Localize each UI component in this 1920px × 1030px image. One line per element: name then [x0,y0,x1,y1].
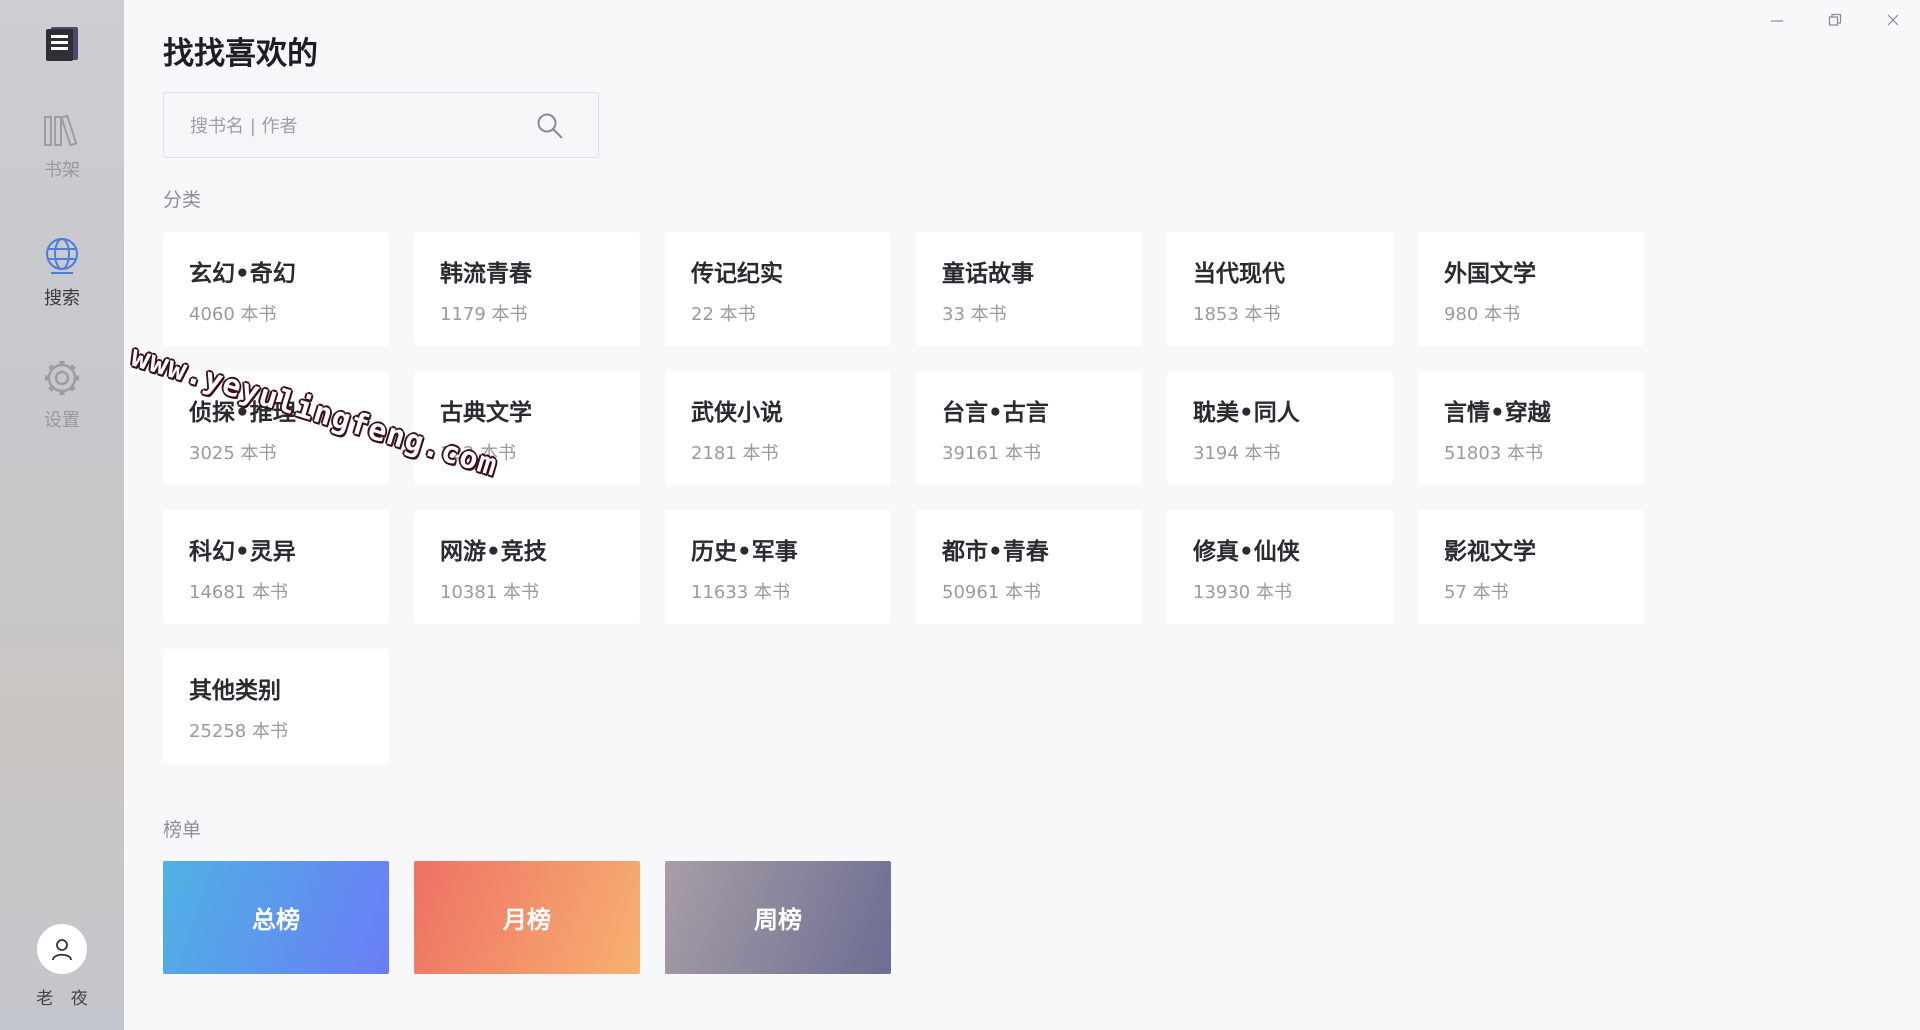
category-name: 其他类别 [189,678,281,704]
category-card[interactable]: 网游•竞技 10381 本书 [414,510,640,624]
category-name: 传记纪实 [691,261,783,287]
user-name: 老 夜 [36,989,94,1009]
category-card[interactable]: 玄幻•奇幻 4060 本书 [163,232,389,346]
category-card[interactable]: 修真•仙侠 13930 本书 [1167,510,1393,624]
category-name: 科幻•灵异 [189,539,296,565]
category-card[interactable]: 武侠小说 2181 本书 [665,371,891,485]
category-name: 古典文学 [440,400,532,426]
category-card[interactable]: 外国文学 980 本书 [1418,232,1644,346]
category-count: 2181 本书 [691,443,779,464]
category-count: 980 本书 [1444,304,1521,325]
category-count: 22 本书 [691,304,756,325]
category-count: 11633 本书 [691,582,790,603]
category-card[interactable]: 侦探•推理 3025 本书 [163,371,389,485]
category-count: 3194 本书 [1193,443,1281,464]
app-logo-icon [45,26,79,62]
category-name: 玄幻•奇幻 [189,261,296,287]
category-count: 57 本书 [1444,582,1509,603]
search-input[interactable] [188,112,522,140]
category-count: 25258 本书 [189,721,288,742]
category-card[interactable]: 古典文学 122 本书 [414,371,640,485]
categories-label: 分类 [163,189,202,211]
main-content: 找找喜欢的 分类 玄幻•奇幻 4060 本书 韩流青春 1179 本书 传记纪实 22… [163,0,1920,1030]
category-count: 4060 本书 [189,304,277,325]
category-card[interactable]: 都市•青春 50961 本书 [916,510,1142,624]
category-count: 50961 本书 [942,582,1041,603]
category-name: 韩流青春 [440,261,532,287]
category-card[interactable]: 台言•古言 39161 本书 [916,371,1142,485]
category-card[interactable]: 韩流青春 1179 本书 [414,232,640,346]
category-count: 13930 本书 [1193,582,1292,603]
category-card[interactable]: 当代现代 1853 本书 [1167,232,1393,346]
category-name: 外国文学 [1444,261,1536,287]
ranking-month-button[interactable]: 月榜 [414,861,640,974]
category-name: 当代现代 [1193,261,1285,287]
sidebar-item-label: 设置 [44,410,80,431]
sidebar-item-search[interactable]: 搜索 [0,236,124,310]
globe-icon [46,238,78,274]
category-card[interactable]: 科幻•灵异 14681 本书 [163,510,389,624]
category-card[interactable]: 影视文学 57 本书 [1418,510,1644,624]
category-card[interactable]: 童话故事 33 本书 [916,232,1142,346]
category-count: 122 本书 [440,443,517,464]
category-name: 童话故事 [942,261,1034,287]
category-card[interactable]: 其他类别 25258 本书 [163,649,389,763]
category-name: 侦探•推理 [189,400,296,426]
category-name: 历史•军事 [691,539,798,565]
category-name: 网游•竞技 [440,539,547,565]
ranking-week-button[interactable]: 周榜 [665,861,891,974]
category-count: 3025 本书 [189,443,277,464]
category-name: 都市•青春 [942,539,1049,565]
rankings-label: 榜单 [163,819,202,841]
category-card[interactable]: 耽美•同人 3194 本书 [1167,371,1393,485]
search-icon[interactable] [536,112,564,140]
category-count: 51803 本书 [1444,443,1543,464]
page-title: 找找喜欢的 [163,36,318,72]
sidebar-item-settings[interactable]: 设置 [0,358,124,432]
category-name: 影视文学 [1444,539,1536,565]
user-icon [52,939,72,961]
sidebar-item-bookshelf[interactable]: 书架 [0,114,124,182]
sidebar-item-label: 书架 [44,160,80,181]
gear-icon [45,361,79,395]
category-count: 10381 本书 [440,582,539,603]
category-name: 修真•仙侠 [1193,539,1300,565]
user-section: 老 夜 [0,924,124,1009]
category-card[interactable]: 言情•穿越 51803 本书 [1418,371,1644,485]
sidebar: 书架 搜索 设置 老 夜 [0,0,124,1030]
sidebar-item-label: 搜索 [44,288,80,309]
category-grid: 玄幻•奇幻 4060 本书 韩流青春 1179 本书 传记纪实 22 本书 童话故事 3… [163,232,1644,763]
search-box [163,92,599,158]
category-card[interactable]: 历史•军事 11633 本书 [665,510,891,624]
category-count: 1853 本书 [1193,304,1281,325]
category-name: 台言•古言 [942,400,1049,426]
rankings-row: 总榜 月榜 周榜 [163,861,891,974]
category-name: 言情•穿越 [1444,400,1551,426]
category-card[interactable]: 传记纪实 22 本书 [665,232,891,346]
category-count: 39161 本书 [942,443,1041,464]
ranking-total-button[interactable]: 总榜 [163,861,389,974]
avatar[interactable] [37,924,87,974]
category-name: 耽美•同人 [1193,400,1300,426]
bookshelf-icon [44,114,78,147]
category-count: 33 本书 [942,304,1007,325]
category-count: 1179 本书 [440,304,528,325]
category-count: 14681 本书 [189,582,288,603]
category-name: 武侠小说 [691,400,783,426]
